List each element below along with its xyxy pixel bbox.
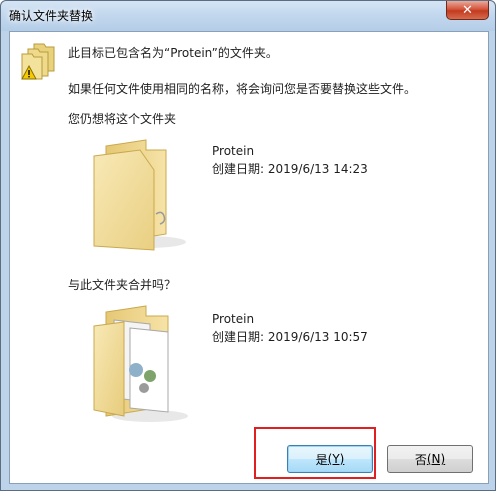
yes-button-label: 是 <box>315 452 328 467</box>
source-folder-info: Protein 创建日期: 2019/6/13 10:57 <box>212 310 368 346</box>
empty-folder-icon[interactable] <box>88 134 188 252</box>
message-line-3: 您仍想将这个文件夹 <box>68 112 177 126</box>
title-bar[interactable]: 确认文件夹替换 ✕ <box>1 1 495 31</box>
window-title: 确认文件夹替换 <box>9 9 94 23</box>
message-line-4: 与此文件夹合并吗？ <box>68 278 177 292</box>
destination-folder-info: Protein 创建日期: 2019/6/13 14:23 <box>212 142 368 178</box>
no-button-accelerator: (N) <box>426 452 446 466</box>
destination-folder-date: 创建日期: 2019/6/13 14:23 <box>212 162 368 176</box>
dialog-content: 此目标已包含名为“Protein”的文件夹。 如果任何文件使用相同的名称，将会询… <box>9 31 489 484</box>
no-button-label: 否 <box>414 452 427 467</box>
close-button[interactable]: ✕ <box>446 1 489 20</box>
message-line-2: 如果任何文件使用相同的名称，将会询问您是否要替换这些文件。 <box>68 82 417 96</box>
yes-button-accelerator: (Y) <box>327 452 345 466</box>
no-button[interactable]: 否 (N) <box>387 445 473 473</box>
yes-button[interactable]: 是 (Y) <box>287 445 373 473</box>
close-icon: ✕ <box>462 2 473 18</box>
source-folder-date: 创建日期: 2019/6/13 10:57 <box>212 330 368 344</box>
message-line-1: 此目标已包含名为“Protein”的文件夹。 <box>68 46 278 60</box>
warning-folder-icon <box>21 43 55 80</box>
folder-with-files-icon[interactable] <box>90 302 190 424</box>
destination-folder-name: Protein <box>212 144 255 158</box>
dialog-window: 确认文件夹替换 ✕ 此目标已包含名为“Protein”的文件夹。 如果任何文件使… <box>0 0 496 491</box>
source-folder-name: Protein <box>212 312 255 326</box>
